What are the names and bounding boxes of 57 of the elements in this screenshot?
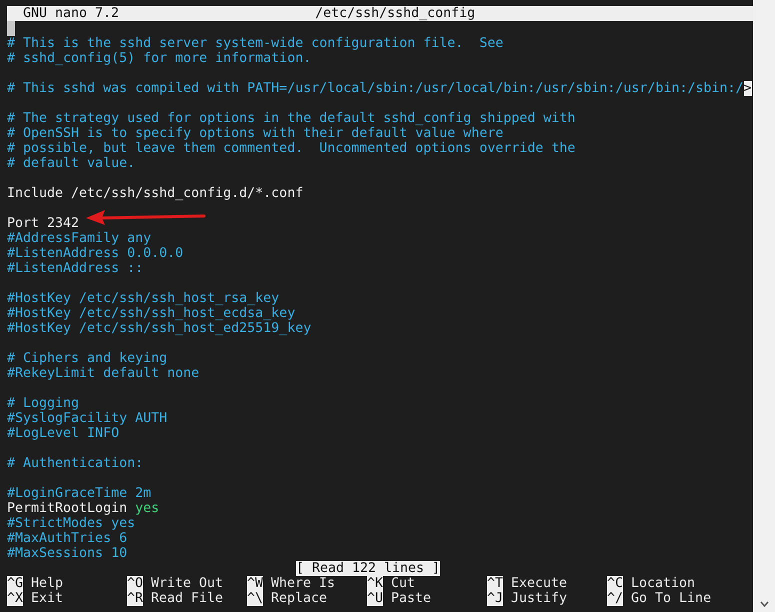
- shortcut-label: Write Out: [151, 576, 224, 591]
- comment-text: #SyslogFacility AUTH: [7, 411, 168, 426]
- shortcut-key: ^U: [367, 591, 384, 606]
- file-path: /etc/ssh/sshd_config: [315, 6, 476, 21]
- comment-text: # This sshd was compiled with PATH=/usr/local/sbin:/usr/local/bin:/usr/sbin:/usr/bin:/sbin:/: [7, 81, 744, 96]
- shortcut-label: Justify: [511, 591, 568, 606]
- comment-text: # default value.: [7, 156, 136, 171]
- shortcut-label: Execute: [511, 576, 568, 591]
- shortcut-key: ^/: [607, 591, 624, 606]
- shortcut-key: ^T: [487, 576, 504, 591]
- comment-text: #ListenAddress ::: [7, 261, 144, 276]
- config-text: Port 2342: [7, 216, 80, 231]
- shortcut-label: Replace: [271, 591, 328, 606]
- comment-text: #RekeyLimit default none: [7, 366, 200, 381]
- scroll-down-icon[interactable]: [760, 601, 768, 607]
- shortcut-label: Go To Line: [631, 591, 712, 606]
- shortcut-key: ^W: [247, 576, 264, 591]
- status-message: [ Read 122 lines ]: [296, 561, 440, 576]
- shortcut-key: ^R: [127, 591, 144, 606]
- comment-text: # Ciphers and keying: [7, 351, 168, 366]
- shortcut-label: Paste: [391, 591, 432, 606]
- shortcut-label: Help: [31, 576, 64, 591]
- shortcut-key: ^C: [607, 576, 624, 591]
- config-text: Include /etc/ssh/sshd_config.d/*.conf: [7, 186, 304, 201]
- comment-text: #MaxSessions 10: [7, 546, 128, 561]
- overflow-marker: >: [744, 81, 752, 96]
- comment-text: #AddressFamily any: [7, 231, 152, 246]
- comment-text: #HostKey /etc/ssh/ssh_host_rsa_key: [7, 291, 280, 306]
- shortcut-label: Read File: [151, 591, 224, 606]
- comment-text: #HostKey /etc/ssh/ssh_host_ecdsa_key: [7, 306, 296, 321]
- app-name: GNU nano 7.2: [23, 6, 120, 21]
- shortcut-label: Location: [631, 576, 696, 591]
- shortcut-key: ^K: [367, 576, 384, 591]
- comment-text: #LogLevel INFO: [7, 426, 120, 441]
- comment-text: # The strategy used for options in the default sshd_config shipped with: [7, 111, 576, 126]
- config-text: PermitRootLogin: [7, 501, 128, 516]
- shortcut-label: Cut: [391, 576, 416, 591]
- comment-text: # possible, but leave them commented. Uncommented options override the: [7, 141, 576, 156]
- comment-text: # Authentication:: [7, 456, 144, 471]
- comment-text: # This is the sshd server system-wide configuration file. See: [7, 36, 504, 51]
- shortcut-key: ^J: [487, 591, 504, 606]
- shortcut-key: ^\: [247, 591, 264, 606]
- comment-text: #HostKey /etc/ssh/ssh_host_ed25519_key: [7, 321, 312, 336]
- comment-text: # OpenSSH is to specify options with their default value where: [7, 126, 504, 141]
- comment-text: #LoginGraceTime 2m: [7, 486, 152, 501]
- comment-text: #StrictModes yes: [7, 516, 136, 531]
- comment-text: # sshd_config(5) for more information.: [7, 51, 312, 66]
- shortcut-label: Where Is: [271, 576, 336, 591]
- shortcut-key: ^O: [127, 576, 144, 591]
- comment-text: #MaxAuthTries 6: [7, 531, 128, 546]
- shortcut-key: ^G: [7, 576, 24, 591]
- config-value: yes: [135, 501, 160, 516]
- text-cursor: [7, 21, 15, 36]
- comment-text: #ListenAddress 0.0.0.0: [7, 246, 184, 261]
- shortcut-label: Exit: [31, 591, 64, 606]
- comment-text: # Logging: [7, 396, 80, 411]
- shortcut-key: ^X: [7, 591, 24, 606]
